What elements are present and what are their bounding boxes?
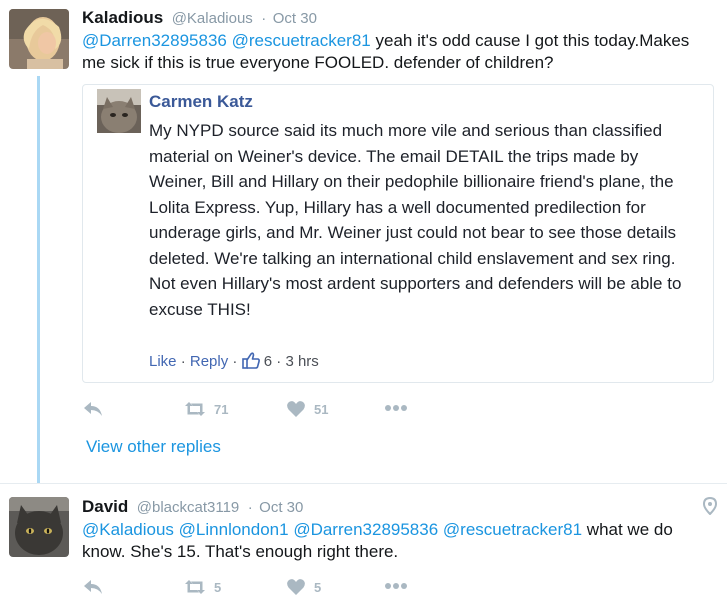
reply-button[interactable] — [82, 400, 104, 418]
author-handle[interactable]: @Kaladious — [172, 10, 253, 27]
tweet1-body: @Darren32895836 @rescuetracker81 yeah it… — [82, 30, 717, 74]
mention-link[interactable]: @Darren32895836 — [293, 520, 438, 539]
more-button[interactable] — [384, 582, 408, 590]
reply-icon — [84, 580, 102, 594]
quote-author-name[interactable]: Carmen Katz — [149, 92, 253, 112]
comment-time[interactable]: 3 hrs — [285, 353, 318, 370]
separator-dot: · — [261, 10, 267, 27]
retweet-count: 5 — [214, 579, 222, 595]
more-icon — [385, 405, 407, 411]
heart-icon — [287, 579, 305, 595]
retweet-icon — [185, 402, 205, 416]
dot-separator: · — [180, 353, 186, 370]
dot-separator: · — [232, 353, 238, 370]
tweet2-body: @Kaladious @Linnlondon1 @Darren32895836 … — [82, 519, 717, 563]
retweet-button[interactable]: 71 — [184, 400, 228, 418]
mention-link[interactable]: @Linnlondon1 — [179, 520, 289, 539]
avatar-david[interactable] — [9, 497, 69, 557]
more-icon — [385, 583, 407, 589]
like-button[interactable]: 51 — [286, 400, 328, 418]
like-button[interactable]: 5 — [286, 578, 321, 596]
more-button[interactable] — [384, 404, 408, 412]
author-name[interactable]: David — [82, 497, 128, 516]
like-count: 51 — [314, 401, 329, 417]
location-pin-icon[interactable] — [702, 496, 718, 520]
tweet2-actions: 5 5 — [82, 578, 422, 602]
like-link[interactable]: Like — [149, 353, 177, 370]
tweet1-header: Kaladious @Kaladious · Oct 30 — [82, 8, 317, 28]
tweet2-header: David @blackcat3119 · Oct 30 — [82, 497, 303, 517]
quote-avatar-image — [97, 89, 141, 133]
reply-icon — [84, 402, 102, 416]
tweet-date[interactable]: Oct 30 — [273, 10, 317, 27]
separator-dot: · — [247, 499, 253, 516]
dot-separator: · — [276, 353, 282, 370]
quote-actions: Like · Reply · 6 · 3 hrs — [149, 352, 319, 373]
mention-link[interactable]: @rescuetracker81 — [443, 520, 582, 539]
retweet-button[interactable]: 5 — [184, 578, 221, 596]
retweet-icon — [185, 580, 205, 594]
reply-button[interactable] — [82, 578, 104, 596]
quote-avatar[interactable] — [97, 89, 141, 133]
reply-link[interactable]: Reply — [190, 353, 228, 370]
mention-link[interactable]: @rescuetracker81 — [232, 31, 371, 50]
tweet-date[interactable]: Oct 30 — [259, 499, 303, 516]
author-handle[interactable]: @blackcat3119 — [137, 499, 240, 516]
avatar-image — [9, 497, 69, 557]
mention-link[interactable]: @Kaladious — [82, 520, 174, 539]
tweet-divider — [0, 483, 727, 484]
tweet1-actions: 71 51 — [82, 400, 422, 424]
view-other-replies-link[interactable]: View other replies — [86, 437, 221, 457]
like-count: 5 — [314, 579, 322, 595]
reaction-count[interactable]: 6 — [264, 353, 272, 370]
mention-link[interactable]: @Darren32895836 — [82, 31, 227, 50]
thread-line — [37, 76, 40, 483]
retweet-count: 71 — [214, 401, 229, 417]
avatar-image — [9, 9, 69, 69]
thumbs-up-icon — [241, 352, 260, 373]
heart-icon — [287, 401, 305, 417]
quote-text: My NYPD source said its much more vile a… — [149, 121, 682, 319]
avatar-kaladious[interactable] — [9, 9, 69, 69]
author-name[interactable]: Kaladious — [82, 8, 163, 27]
